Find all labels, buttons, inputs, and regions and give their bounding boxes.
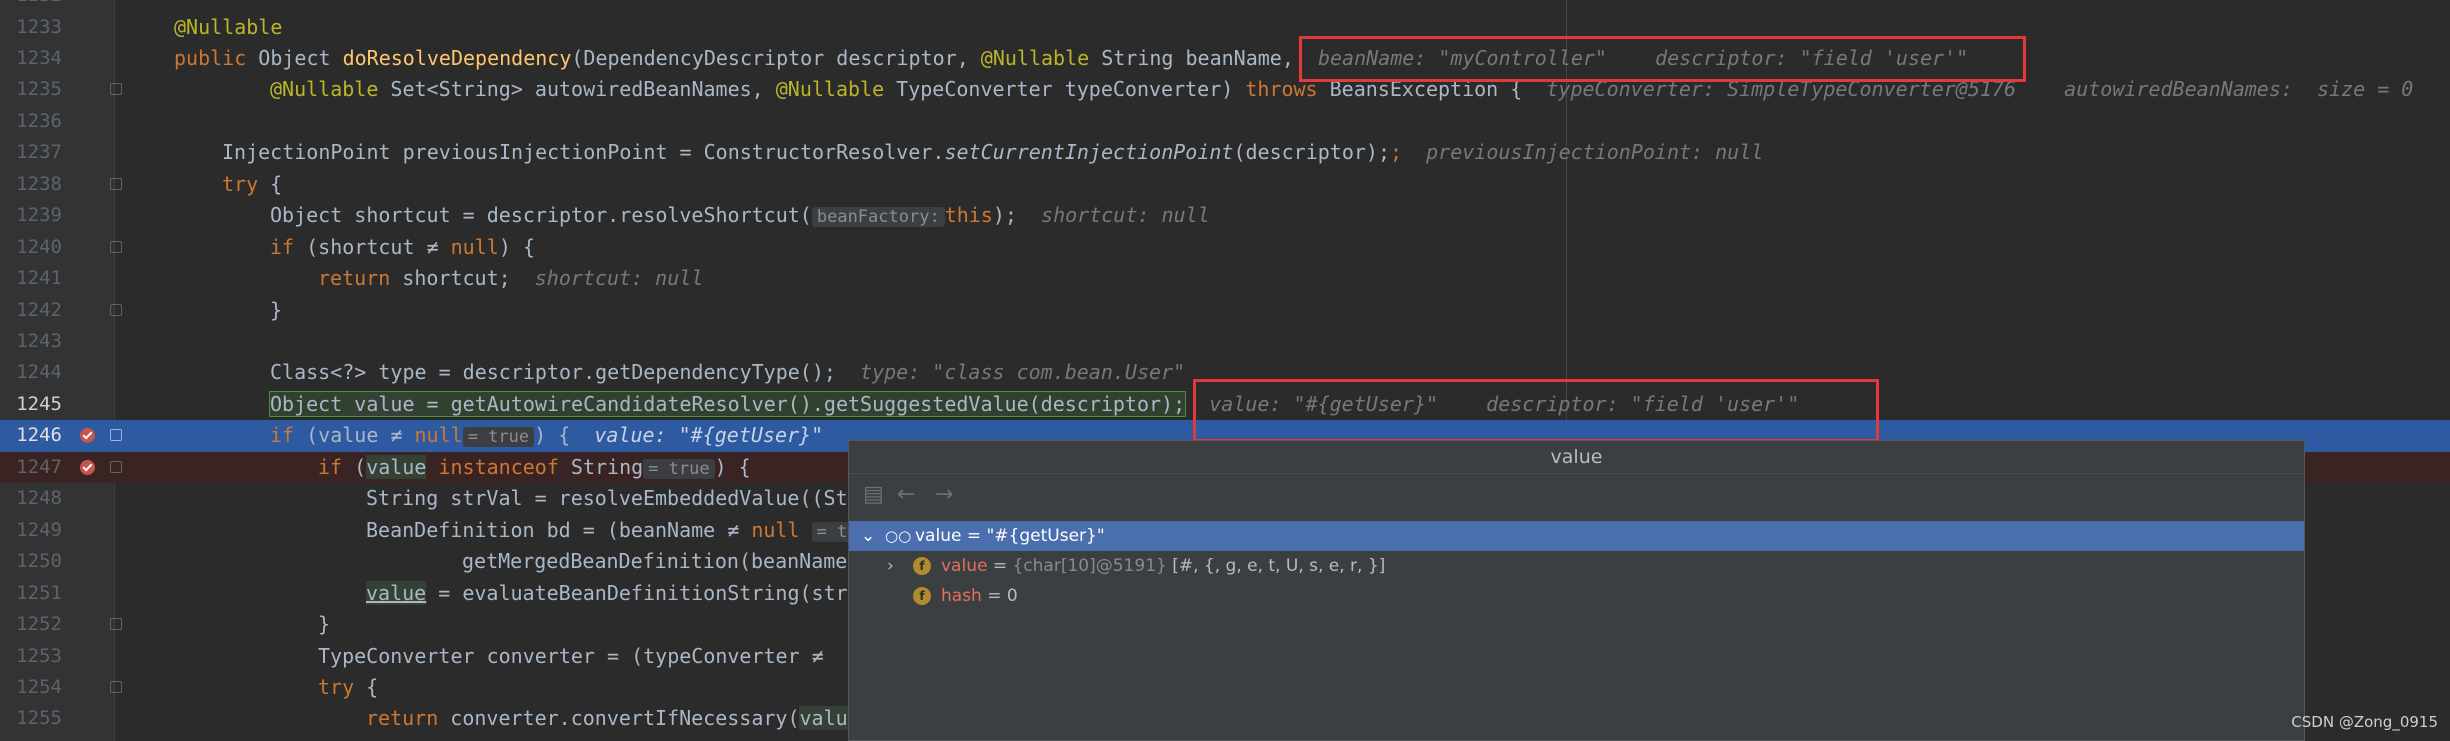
inline-value-hint: = true xyxy=(643,458,715,479)
back-arrow-icon[interactable]: ← xyxy=(897,482,915,507)
line-number: 1235 xyxy=(16,78,62,101)
field-name: hash xyxy=(941,586,982,606)
execution-point-highlight: Object value = getAutowireCandidateResol… xyxy=(268,390,1187,417)
fold-marker-icon[interactable] xyxy=(110,680,122,693)
inline-value-hint: = t xyxy=(811,521,853,542)
code-line[interactable]: 1232 xyxy=(0,0,2450,11)
line-number: 1238 xyxy=(16,172,62,195)
code-line[interactable]: 1236 xyxy=(0,106,2450,137)
inline-debug-value: shortcut: null xyxy=(534,266,704,291)
code-line[interactable]: 1240 if (shortcut ≠ null) { xyxy=(0,232,2450,263)
code-text: InjectionPoint previousInjectionPoint = … xyxy=(222,140,1764,165)
line-number: 1232 xyxy=(0,0,62,11)
fold-marker-icon[interactable] xyxy=(110,83,122,96)
code-text: if (value instanceof String = true) { xyxy=(318,454,751,479)
watch-glasses-icon: ○○ xyxy=(885,527,912,545)
line-number: 1239 xyxy=(16,204,62,227)
code-text: getMergedBeanDefinition(beanName xyxy=(462,549,848,574)
field-value: 0 xyxy=(1006,586,1018,606)
line-number: 1233 xyxy=(16,15,62,38)
watermark: CSDN @Zong_0915 xyxy=(2291,713,2438,731)
inline-debug-value: previousInjectionPoint: null xyxy=(1426,140,1764,165)
code-line[interactable]: 1233 @Nullable xyxy=(0,12,2450,43)
code-text: try { xyxy=(222,171,283,196)
field-icon: f xyxy=(913,557,931,575)
code-line[interactable]: 1237 InjectionPoint previousInjectionPoi… xyxy=(0,137,2450,168)
line-number: 1249 xyxy=(16,518,62,541)
code-text: if (value ≠ null = true) { value: "#{getU… xyxy=(270,423,824,448)
code-line[interactable]: 1239 Object shortcut = descriptor.resolv… xyxy=(0,200,2450,231)
tree-row-root[interactable]: ⌄ ○○ value = "#{getUser}" xyxy=(849,521,2304,551)
forward-arrow-icon[interactable]: → xyxy=(935,482,953,507)
highlight-box-params xyxy=(1299,36,2026,82)
code-text: BeanDefinition bd = (beanName ≠ null = t xyxy=(366,515,853,548)
line-number: 1246 xyxy=(16,424,62,447)
line-number: 1254 xyxy=(16,675,62,698)
code-text: } xyxy=(318,612,331,636)
inline-debug-value: type: "class com.bean.User" xyxy=(860,360,1186,385)
popup-title: value xyxy=(849,441,2304,474)
line-number: 1240 xyxy=(16,235,62,258)
inline-value-hint: = true xyxy=(462,427,535,448)
line-number: 1236 xyxy=(16,109,62,132)
line-number: 1237 xyxy=(16,141,62,164)
code-text: } xyxy=(270,297,283,322)
fold-marker-icon[interactable] xyxy=(110,303,122,316)
code-text: TypeConverter converter = (typeConverter… xyxy=(318,643,824,668)
line-number: 1245 xyxy=(16,392,62,415)
code-text: Object shortcut = descriptor.resolveShor… xyxy=(270,203,1210,228)
fold-marker-icon[interactable] xyxy=(110,240,122,253)
code-text: return shortcut; shortcut: null xyxy=(318,266,704,291)
field-icon: f xyxy=(913,587,931,605)
line-number: 1242 xyxy=(16,298,62,321)
line-number: 1243 xyxy=(16,330,62,352)
tree-row-field[interactable]: f hash = 0 xyxy=(849,581,2304,611)
tree-row-field[interactable]: › f value = {char[10]@5191} [#, {, g, e,… xyxy=(849,551,2304,581)
code-text: @Nullable xyxy=(174,14,283,39)
field-value: [#, {, g, e, t, U, s, e, r, }] xyxy=(1166,556,1386,576)
line-number: 1247 xyxy=(16,455,62,478)
line-number: 1251 xyxy=(16,581,62,604)
breakpoint-icon[interactable] xyxy=(80,428,95,444)
field-name: value xyxy=(941,556,988,576)
line-number: 1252 xyxy=(16,613,62,635)
watch-list-icon[interactable]: ▤ xyxy=(863,482,884,507)
breakpoint-icon[interactable] xyxy=(80,459,95,475)
code-text: value = evaluateBeanDefinitionString(str xyxy=(366,580,848,605)
code-line[interactable]: 1242 } xyxy=(0,295,2450,326)
debug-value-popup[interactable]: value ▤ ← → ⌄ ○○ value = "#{getUser}" › … xyxy=(848,440,2305,741)
code-line[interactable]: 1234 public Object doResolveDependency(D… xyxy=(0,43,2450,74)
code-line[interactable]: 1235 @Nullable Set<String> autowiredBean… xyxy=(0,74,2450,105)
popup-toolbar: ▤ ← → xyxy=(849,474,2304,514)
line-number: 1248 xyxy=(16,487,62,510)
field-type: {char[10]@5191} xyxy=(1012,556,1167,576)
line-number: 1255 xyxy=(16,707,62,730)
fold-marker-icon[interactable] xyxy=(110,429,122,442)
code-text: if (shortcut ≠ null) { xyxy=(270,234,535,259)
highlight-box-value xyxy=(1193,379,1879,442)
code-text: try { xyxy=(318,674,379,699)
line-number: 1241 xyxy=(16,267,62,290)
inline-debug-value: value: "#{getUser}" xyxy=(594,423,824,448)
fold-marker-icon[interactable] xyxy=(110,618,122,630)
inline-debug-value: shortcut: null xyxy=(1041,203,1210,228)
code-line[interactable]: 1243 xyxy=(0,326,2450,357)
fold-marker-icon[interactable] xyxy=(110,177,122,190)
tree-root-label: value = "#{getUser}" xyxy=(915,526,1105,546)
code-line[interactable]: 1241 return shortcut; shortcut: null xyxy=(0,263,2450,294)
fold-marker-icon[interactable] xyxy=(110,460,122,473)
code-text: Class<?> type = descriptor.getDependency… xyxy=(270,360,1186,385)
code-text: String strVal = resolveEmbeddedValue((St xyxy=(366,486,848,511)
expand-chevron-icon[interactable]: › xyxy=(887,551,894,581)
collapse-chevron-icon[interactable]: ⌄ xyxy=(861,521,875,551)
line-number: 1244 xyxy=(16,361,62,384)
code-text: return converter.convertIfNecessary(valu xyxy=(366,706,848,731)
line-number: 1234 xyxy=(16,46,62,69)
line-number: 1253 xyxy=(16,644,62,667)
parameter-hint: beanFactory: xyxy=(811,207,945,228)
code-line[interactable]: 1238 try { xyxy=(0,169,2450,200)
line-number: 1250 xyxy=(16,550,62,573)
